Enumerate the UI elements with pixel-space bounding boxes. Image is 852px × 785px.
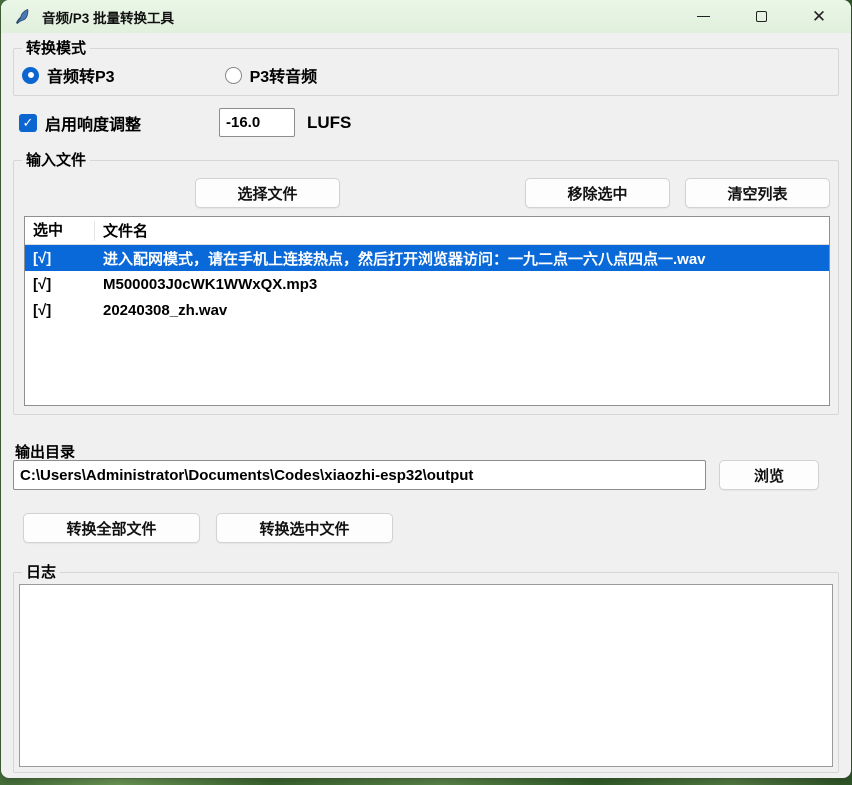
browse-button[interactable]: 浏览 — [719, 460, 819, 490]
minimize-icon — [697, 16, 710, 17]
select-files-button[interactable]: 选择文件 — [195, 178, 340, 208]
row-checked-mark: [√] — [25, 250, 95, 267]
log-textarea[interactable] — [19, 584, 833, 767]
file-list-header: 选中 文件名 — [25, 217, 829, 245]
output-dir-label: 输出目录 — [15, 441, 75, 462]
table-row[interactable]: [√]M500003J0cWK1WWxQX.mp3 — [25, 271, 829, 297]
app-window: 音频/P3 批量转换工具 ✕ 转换模式 音频转P3 P3转音频 ✓ 启用响度调整… — [1, 0, 851, 778]
minimize-button[interactable] — [674, 0, 732, 33]
header-filename-column[interactable]: 文件名 — [95, 220, 829, 241]
loudness-checkbox-label: 启用响度调整 — [45, 111, 141, 135]
titlebar: 音频/P3 批量转换工具 ✕ — [1, 0, 851, 33]
row-filename: M500003J0cWK1WWxQX.mp3 — [95, 276, 829, 293]
loudness-row: ✓ 启用响度调整 LUFS — [19, 108, 141, 138]
close-button[interactable]: ✕ — [790, 0, 848, 33]
log-section-title: 日志 — [22, 563, 60, 582]
convert-selected-button[interactable]: 转换选中文件 — [216, 513, 393, 543]
remove-selected-button[interactable]: 移除选中 — [525, 178, 670, 208]
loudness-value-input[interactable] — [219, 108, 295, 137]
radio-unselected-icon — [225, 67, 242, 84]
lufs-unit-label: LUFS — [307, 113, 351, 133]
python-feather-icon — [14, 8, 32, 26]
clear-list-button[interactable]: 清空列表 — [685, 178, 830, 208]
row-checked-mark: [√] — [25, 302, 95, 319]
radio-audio-to-p3[interactable]: 音频转P3 — [22, 63, 115, 87]
input-files-section: 输入文件 选择文件 移除选中 清空列表 选中 文件名 [√]进入配网模式，请在手… — [13, 160, 839, 415]
radio-selected-icon — [22, 67, 39, 84]
file-list-table: 选中 文件名 [√]进入配网模式，请在手机上连接热点，然后打开浏览器访问：一九二… — [24, 216, 830, 406]
window-title: 音频/P3 批量转换工具 — [42, 7, 174, 27]
convert-all-button[interactable]: 转换全部文件 — [23, 513, 200, 543]
table-row[interactable]: [√]进入配网模式，请在手机上连接热点，然后打开浏览器访问：一九二点一六八点四点… — [25, 245, 829, 271]
table-row[interactable]: [√]20240308_zh.wav — [25, 297, 829, 323]
output-dir-input[interactable] — [13, 460, 706, 490]
mode-radio-group: 音频转P3 P3转音频 — [22, 63, 317, 87]
row-checked-mark: [√] — [25, 276, 95, 293]
loudness-checkbox[interactable]: ✓ — [19, 114, 37, 132]
input-section-title: 输入文件 — [22, 151, 90, 170]
log-section: 日志 — [13, 572, 839, 773]
header-checked-column[interactable]: 选中 — [25, 221, 95, 241]
mode-section-title: 转换模式 — [22, 39, 90, 58]
caption-buttons: ✕ — [674, 0, 848, 33]
row-filename: 20240308_zh.wav — [95, 302, 829, 319]
maximize-button[interactable] — [732, 0, 790, 33]
row-filename: 进入配网模式，请在手机上连接热点，然后打开浏览器访问：一九二点一六八点四点一.w… — [95, 248, 829, 269]
file-list-body: [√]进入配网模式，请在手机上连接热点，然后打开浏览器访问：一九二点一六八点四点… — [25, 245, 829, 323]
maximize-icon — [756, 11, 767, 22]
mode-section: 转换模式 音频转P3 P3转音频 — [13, 48, 839, 96]
radio-p3-to-audio[interactable]: P3转音频 — [225, 63, 318, 87]
